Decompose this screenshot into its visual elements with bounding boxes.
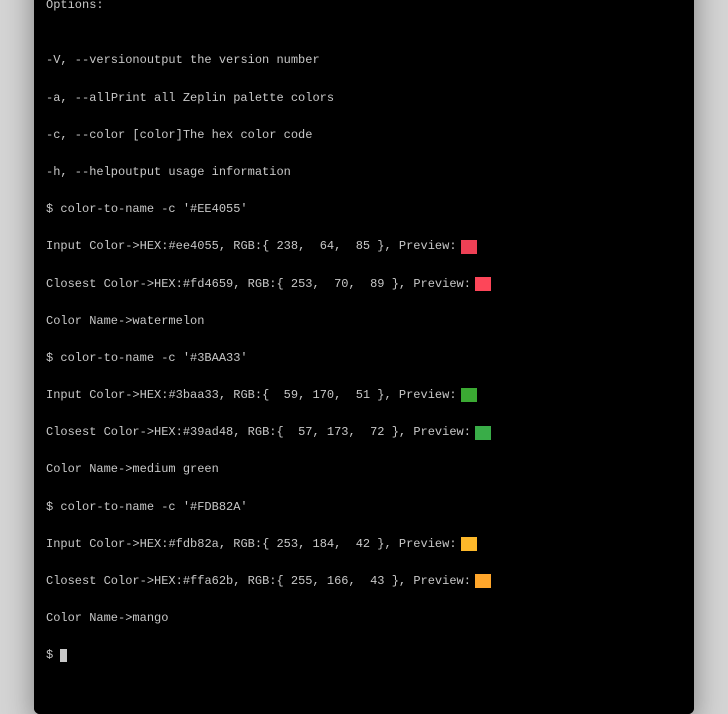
color-swatch: [461, 537, 477, 551]
option-desc: output usage information: [118, 163, 291, 182]
color-swatch: [461, 388, 477, 402]
result-row: Input Color -> HEX: #3baa33, RGB: { 59, …: [46, 386, 682, 405]
color-name: mango: [132, 609, 168, 628]
option-flags: -h, --help: [46, 163, 118, 182]
color-swatch: [475, 426, 491, 440]
command: color-to-name -c '#FDB82A': [60, 498, 247, 517]
prompt-line: $: [46, 646, 682, 665]
result-row: Closest Color -> HEX: #ffa62b, RGB: { 25…: [46, 572, 682, 591]
result-row: Closest Color -> HEX: #39ad48, RGB: { 57…: [46, 423, 682, 442]
prompt: $: [46, 646, 60, 665]
prompt-line: $ color-to-name -c '#EE4055': [46, 200, 682, 219]
color-swatch: [475, 574, 491, 588]
option-flags: -V, --version: [46, 51, 140, 70]
terminal-window: 1. sh $ color-to-name --help Usage: colo…: [34, 0, 694, 714]
prompt: $: [46, 498, 60, 517]
option-row: -h, --help output usage information: [46, 163, 682, 182]
prompt: $: [46, 200, 60, 219]
command: color-to-name -c '#3BAA33': [60, 349, 247, 368]
option-flags: -a, --all: [46, 89, 111, 108]
option-desc: The hex color code: [183, 126, 313, 145]
option-desc: output the version number: [140, 51, 320, 70]
option-row: -V, --version output the version number: [46, 51, 682, 70]
options-header: Options:: [46, 0, 682, 14]
color-name: watermelon: [132, 312, 204, 331]
prompt: $: [46, 349, 60, 368]
color-swatch: [475, 277, 491, 291]
option-row: -a, --all Print all Zeplin palette color…: [46, 89, 682, 108]
option-row: -c, --color [color] The hex color code: [46, 126, 682, 145]
terminal-body[interactable]: $ color-to-name --help Usage: color-to-n…: [34, 0, 694, 714]
cursor: [60, 649, 67, 662]
option-desc: Print all Zeplin palette colors: [111, 89, 334, 108]
result-row: Input Color -> HEX: #ee4055, RGB: { 238,…: [46, 237, 682, 256]
result-row: Closest Color -> HEX: #fd4659, RGB: { 25…: [46, 275, 682, 294]
command: color-to-name -c '#EE4055': [60, 200, 247, 219]
prompt-line: $ color-to-name -c '#FDB82A': [46, 498, 682, 517]
result-row: Color Name -> mango: [46, 609, 682, 628]
result-row: Color Name -> medium green: [46, 460, 682, 479]
result-row: Input Color -> HEX: #fdb82a, RGB: { 253,…: [46, 535, 682, 554]
color-name: medium green: [132, 460, 218, 479]
option-flags: -c, --color [color]: [46, 126, 183, 145]
result-row: Color Name -> watermelon: [46, 312, 682, 331]
color-swatch: [461, 240, 477, 254]
prompt-line: $ color-to-name -c '#3BAA33': [46, 349, 682, 368]
